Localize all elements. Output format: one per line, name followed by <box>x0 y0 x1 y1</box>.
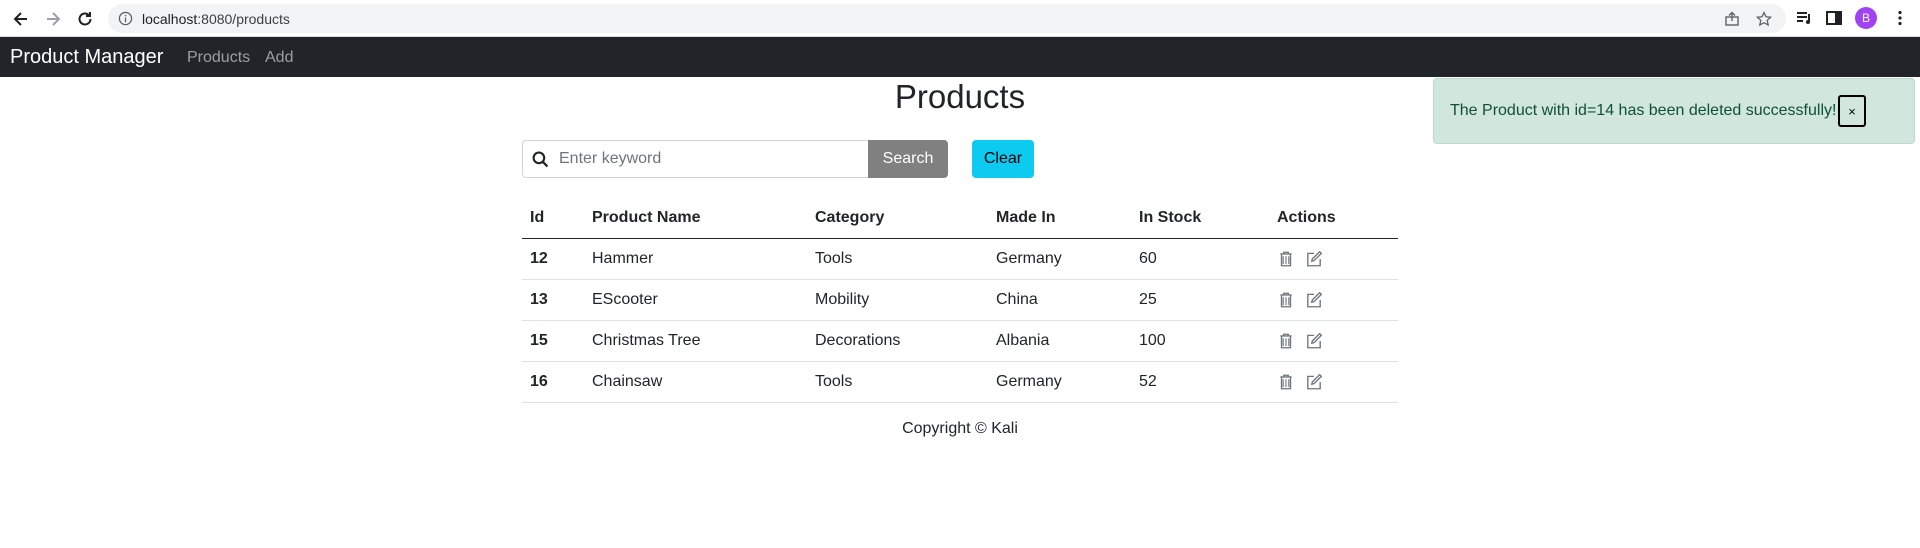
header-category: Category <box>815 209 885 226</box>
search-button[interactable]: Search <box>868 140 948 178</box>
app-navbar: Product Manager Products Add <box>0 37 1920 77</box>
cell-actions <box>1277 239 1333 279</box>
nav-link-add[interactable]: Add <box>265 49 293 67</box>
table-row: 15 Christmas Tree Decorations Albania 10… <box>522 321 1398 362</box>
success-alert: The Product with id=14 has been deleted … <box>1433 78 1915 144</box>
search-form: Search <box>522 140 948 178</box>
address-bar[interactable]: localhost:8080/products <box>108 4 1786 33</box>
cell-actions <box>1277 321 1333 361</box>
edit-icon[interactable] <box>1305 250 1323 268</box>
search-icon <box>532 151 549 168</box>
cell-category: Mobility <box>815 291 870 308</box>
media-queue-icon[interactable] <box>1795 9 1813 27</box>
back-button[interactable] <box>8 6 34 32</box>
header-in-stock: In Stock <box>1139 209 1202 226</box>
forward-arrow-icon <box>47 12 61 26</box>
back-arrow-icon <box>13 12 27 26</box>
search-input[interactable] <box>559 141 859 177</box>
footer-copyright: Copyright © Kali <box>902 420 1018 437</box>
cell-id: 12 <box>530 250 548 267</box>
cell-made-in: China <box>996 291 1038 308</box>
cell-in-stock: 60 <box>1139 250 1157 267</box>
cell-category: Tools <box>815 373 853 390</box>
reload-icon <box>78 12 92 26</box>
cell-made-in: Germany <box>996 373 1062 390</box>
header-id: Id <box>530 209 545 226</box>
products-table: Id Product Name Category Made In In Stoc… <box>522 198 1398 403</box>
alert-close-button[interactable]: × <box>1838 95 1866 127</box>
search-box <box>522 140 868 178</box>
trash-icon[interactable] <box>1277 250 1295 268</box>
header-made-in: Made In <box>996 209 1056 226</box>
url-text: localhost:8080/products <box>142 11 290 27</box>
cell-made-in: Albania <box>996 332 1050 349</box>
brand-link[interactable]: Product Manager <box>10 46 163 69</box>
cell-in-stock: 52 <box>1139 373 1157 390</box>
nav-link-products[interactable]: Products <box>187 49 250 67</box>
forward-button[interactable] <box>40 6 66 32</box>
share-icon[interactable] <box>1724 11 1740 27</box>
clear-button[interactable]: Clear <box>972 140 1034 178</box>
edit-icon[interactable] <box>1305 373 1323 391</box>
bookmark-star-icon[interactable] <box>1756 11 1772 27</box>
browser-toolbar: localhost:8080/products B <box>0 0 1920 37</box>
cell-id: 13 <box>530 291 548 308</box>
cell-made-in: Germany <box>996 250 1062 267</box>
side-panel-icon[interactable] <box>1825 9 1843 27</box>
table-row: 16 Chainsaw Tools Germany 52 <box>522 362 1398 403</box>
cell-id: 16 <box>530 373 548 390</box>
cell-product-name: Hammer <box>592 250 654 267</box>
cell-category: Tools <box>815 250 853 267</box>
cell-product-name: EScooter <box>592 291 658 308</box>
trash-icon[interactable] <box>1277 373 1295 391</box>
table-header-row: Id Product Name Category Made In In Stoc… <box>522 198 1398 239</box>
cell-category: Decorations <box>815 332 901 349</box>
edit-icon[interactable] <box>1305 332 1323 350</box>
cell-product-name: Christmas Tree <box>592 332 701 349</box>
header-actions: Actions <box>1277 209 1336 226</box>
trash-icon[interactable] <box>1277 291 1295 309</box>
site-info-icon[interactable] <box>118 11 133 26</box>
table-row: 12 Hammer Tools Germany 60 <box>522 239 1398 280</box>
cell-in-stock: 100 <box>1139 332 1166 349</box>
cell-product-name: Chainsaw <box>592 373 663 390</box>
header-product-name: Product Name <box>592 209 701 226</box>
cell-actions <box>1277 362 1333 402</box>
cell-in-stock: 25 <box>1139 291 1157 308</box>
kebab-menu-icon[interactable] <box>1891 9 1909 27</box>
alert-message: The Product with id=14 has been deleted … <box>1450 102 1837 119</box>
profile-avatar[interactable]: B <box>1855 7 1877 29</box>
cell-actions <box>1277 280 1333 320</box>
table-row: 13 EScooter Mobility China 25 <box>522 280 1398 321</box>
cell-id: 15 <box>530 332 548 349</box>
edit-icon[interactable] <box>1305 291 1323 309</box>
reload-button[interactable] <box>72 6 98 32</box>
trash-icon[interactable] <box>1277 332 1295 350</box>
